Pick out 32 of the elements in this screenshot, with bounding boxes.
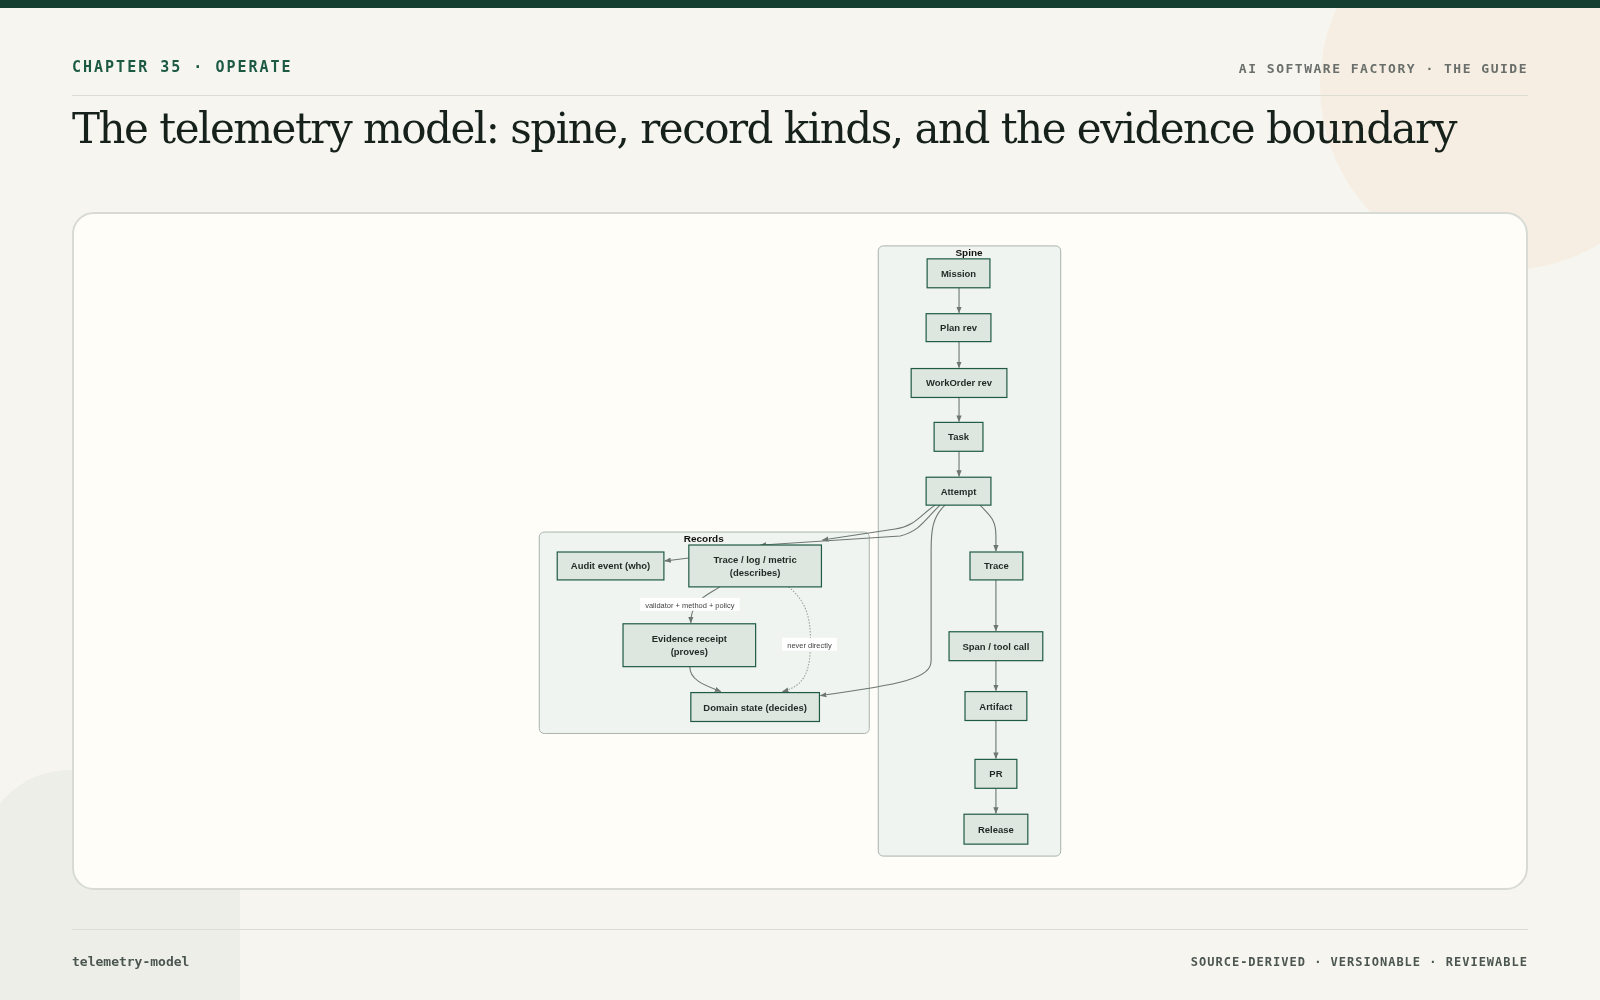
connector-arrow [956,340,962,369]
page-title: The telemetry model: spine, record kinds, and the evidence boundary [72,103,1456,154]
diagram-node: Trace / log / metric (describes) [688,544,823,588]
diagram-node: Domain state (decides) [690,691,821,722]
diagram-node: Evidence receipt (proves) [622,623,757,668]
connector-arrow [956,450,962,477]
connector-arrow [689,666,722,692]
diagram-node: Mission [926,258,991,289]
connector-arrow [993,719,999,759]
connector-arrow [979,504,999,552]
connector-arrow [993,660,999,692]
diagram-node: WorkOrder rev [910,367,1008,398]
connector-arrow [993,579,999,632]
page-slug: telemetry-model [72,952,190,971]
diagram-node: Audit event (who) [556,551,665,581]
diagram-node: Release [963,813,1029,845]
book-label: AI SOFTWARE FACTORY · THE GUIDE [1238,60,1528,78]
diagram-node: Artifact [964,690,1028,721]
footer-tags: SOURCE-DERIVED · VERSIONABLE · REVIEWABLE [1190,952,1528,971]
connector-arrow [664,557,690,563]
diagram-node: Plan rev [925,313,992,343]
diagram-node: Attempt [925,476,992,506]
connector-arrow [956,287,962,314]
diagram-node: Task [933,421,984,452]
chapter-label: CHAPTER 35 · OPERATE [72,57,293,78]
diagram-node: Trace [969,551,1024,581]
connector-arrow [956,396,962,422]
connector-arrow [993,787,999,814]
diagram-node: Span / tool call [948,631,1044,662]
diagram-node: PR [974,758,1018,789]
group-label: Records [683,532,724,544]
group-label: Spine [955,246,983,258]
